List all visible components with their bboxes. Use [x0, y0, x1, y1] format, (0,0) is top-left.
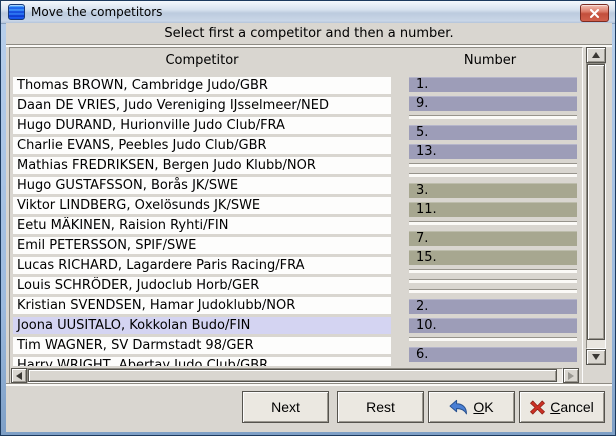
competitor-row[interactable]: Mathias FREDRIKSEN, Bergen Judo Klubb/NO…: [13, 157, 391, 174]
competitor-list-frame: Competitor Number Thomas BROWN, Cambridg…: [9, 47, 583, 385]
scroll-up-arrow-icon: [592, 52, 600, 58]
cancel-button[interactable]: Cancel: [519, 391, 605, 423]
scroll-left-button[interactable]: [11, 368, 27, 383]
competitor-row[interactable]: Hugo GUSTAFSSON, Borås JK/SWE: [13, 177, 391, 194]
number-chip[interactable]: 6.: [409, 347, 577, 362]
vertical-scrollbar[interactable]: [586, 47, 606, 365]
ok-reply-arrow-icon: [449, 399, 468, 415]
next-button[interactable]: Next: [242, 391, 329, 423]
button-area-divider: [6, 383, 612, 386]
empty-number-slot: [409, 337, 577, 341]
empty-number-slot: [409, 115, 577, 119]
number-chip[interactable]: 5.: [409, 125, 577, 140]
window-title: Move the competitors: [31, 5, 162, 19]
competitor-row[interactable]: Lucas RICHARD, Lagardere Paris Racing/FR…: [13, 257, 391, 274]
vertical-scrollbar-trough[interactable]: [586, 63, 606, 349]
scroll-up-button[interactable]: [586, 47, 606, 63]
scroll-right-arrow-icon: [568, 372, 574, 380]
number-chip[interactable]: 13.: [409, 144, 577, 159]
close-button[interactable]: [580, 4, 609, 22]
title-bar[interactable]: Move the competitors: [1, 1, 615, 24]
competitor-row[interactable]: Joona UUSITALO, Kokkolan Budo/FIN: [13, 317, 391, 334]
competitor-row[interactable]: Viktor LINDBERG, Oxelösunds JK/SWE: [13, 197, 391, 214]
empty-number-slot: [409, 173, 577, 177]
competitor-row[interactable]: Emil PETERSSON, SPIF/SWE: [13, 237, 391, 254]
scroll-right-button[interactable]: [563, 368, 579, 383]
competitor-row[interactable]: Tim WAGNER, SV Darmstadt 98/GER: [13, 337, 391, 354]
number-chip[interactable]: 3.: [409, 183, 577, 198]
competitor-column-header: Competitor: [13, 53, 391, 68]
empty-number-slot: [409, 221, 577, 225]
competitor-row[interactable]: Hugo DURAND, Hurionville Judo Club/FRA: [13, 117, 391, 134]
ok-button[interactable]: OK: [428, 391, 515, 423]
empty-number-slot: [409, 163, 577, 167]
rest-button-label: Rest: [366, 399, 395, 415]
number-chip[interactable]: 15.: [409, 250, 577, 265]
number-chip[interactable]: 9.: [409, 96, 577, 111]
scroll-down-button[interactable]: [586, 349, 606, 365]
number-chip[interactable]: 2.: [409, 299, 577, 314]
number-chip[interactable]: 10.: [409, 318, 577, 333]
empty-number-slot: [409, 289, 577, 293]
horizontal-scrollbar-trough[interactable]: [27, 368, 563, 383]
competitor-row[interactable]: Thomas BROWN, Cambridge Judo/GBR: [13, 77, 391, 94]
competitor-row[interactable]: Kristian SVENDSEN, Hamar Judoklubb/NOR: [13, 297, 391, 314]
scroll-down-arrow-icon: [592, 354, 600, 360]
number-list: 1.9.5.13.3.11.7.15.2.10.6.14.: [409, 77, 577, 366]
cancel-x-icon: [530, 400, 545, 415]
rest-button[interactable]: Rest: [337, 391, 424, 423]
number-chip[interactable]: 1.: [409, 77, 577, 92]
empty-number-slot: [409, 269, 577, 273]
cancel-button-label: Cancel: [550, 399, 594, 415]
instruction-label: Select first a competitor and then a num…: [6, 26, 612, 41]
close-x-icon: [590, 9, 599, 18]
dialog-body: Select first a competitor and then a num…: [6, 23, 612, 432]
next-button-label: Next: [271, 399, 300, 415]
list-viewport: Thomas BROWN, Cambridge Judo/GBR Daan DE …: [13, 77, 579, 366]
ok-button-label: OK: [473, 399, 493, 415]
number-chip[interactable]: 7.: [409, 231, 577, 246]
scroll-left-arrow-icon: [16, 372, 22, 380]
dialog-window: Move the competitors Select first a comp…: [0, 0, 616, 436]
competitor-row[interactable]: Charlie EVANS, Peebles Judo Club/GBR: [13, 137, 391, 154]
competitor-row[interactable]: Daan DE VRIES, Judo Vereniging IJsselmee…: [13, 97, 391, 114]
competitor-row[interactable]: Harry WRIGHT, Abertay Judo Club/GBR: [13, 357, 391, 366]
vertical-scrollbar-thumb[interactable]: [587, 64, 605, 340]
empty-number-slot: [409, 279, 577, 283]
competitor-list: Thomas BROWN, Cambridge Judo/GBR Daan DE …: [13, 77, 391, 366]
horizontal-scrollbar[interactable]: [11, 368, 579, 383]
horizontal-scrollbar-thumb[interactable]: [28, 369, 557, 382]
competitor-row[interactable]: Eetu MÄKINEN, Raision Ryhti/FIN: [13, 217, 391, 234]
app-window-icon: [8, 4, 25, 20]
number-column-header: Number: [406, 53, 574, 68]
number-chip[interactable]: 11.: [409, 202, 577, 217]
competitor-row[interactable]: Louis SCHRÖDER, Judoclub Horb/GER: [13, 277, 391, 294]
